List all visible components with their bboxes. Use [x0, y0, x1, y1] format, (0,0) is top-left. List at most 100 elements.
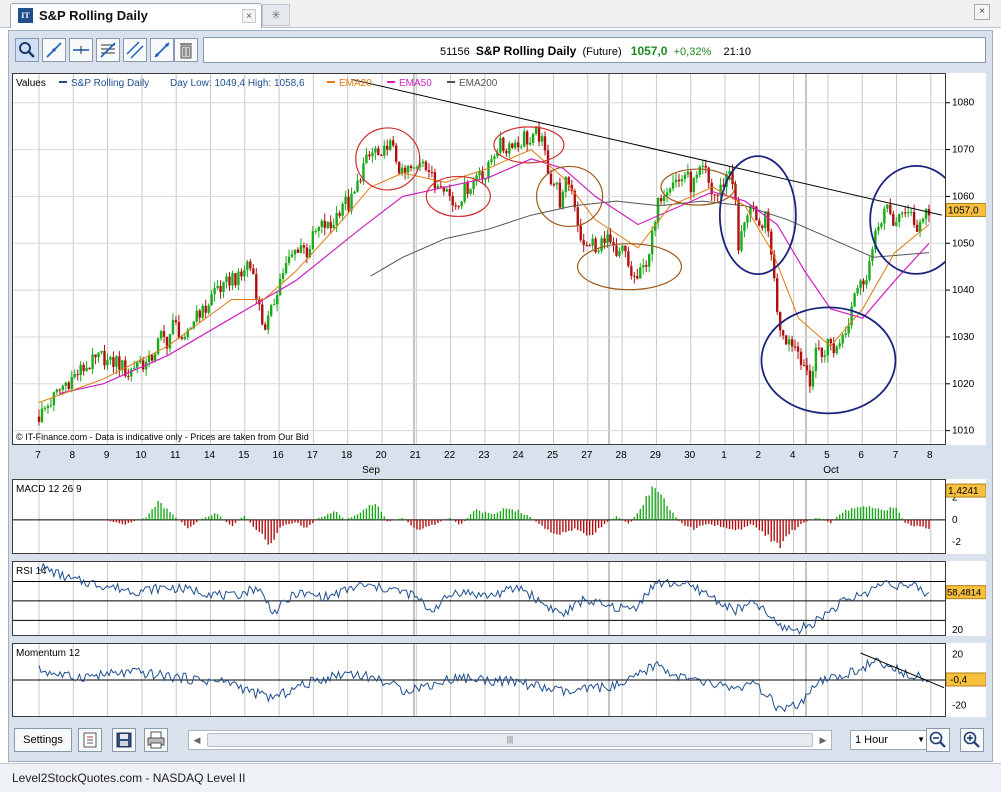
price-candle: [231, 273, 234, 286]
price-candle: [183, 337, 187, 339]
price-candle: [195, 310, 198, 322]
date-tick-label: 2: [756, 450, 762, 461]
price-candle: [659, 197, 663, 202]
price-candle: [627, 251, 630, 267]
interval-select[interactable]: 1 Hour ▼: [850, 730, 930, 750]
price-candle: [582, 240, 585, 245]
zoom-tool-button[interactable]: [15, 38, 39, 62]
price-candle: [100, 350, 103, 353]
new-tab-icon[interactable]: ✳: [262, 4, 290, 26]
price-candle: [314, 230, 318, 232]
rsi-panel[interactable]: RSI 14: [12, 561, 946, 636]
horizontal-line-tool-button[interactable]: [69, 38, 93, 62]
price-candle: [537, 126, 541, 142]
momentum-trendline: [860, 652, 945, 689]
price-candle: [826, 339, 829, 356]
price-candle: [64, 382, 67, 386]
tab-close-icon[interactable]: ×: [242, 9, 256, 23]
zoom-out-button[interactable]: [926, 728, 950, 752]
trendline-tool-button[interactable]: [42, 38, 66, 62]
price-candle: [796, 346, 800, 352]
price-candle: [389, 140, 392, 150]
momentum-last-value-label: -0,4: [950, 675, 968, 686]
price-candle: [141, 360, 145, 370]
macd-axis-labels: 20-21,4241: [945, 483, 987, 548]
price-candle: [838, 343, 841, 347]
price-candle: [591, 238, 594, 246]
price-candle: [915, 224, 919, 232]
price-candle: [85, 367, 88, 372]
interval-value: 1 Hour: [855, 734, 889, 746]
price-candle: [579, 225, 582, 241]
print-button[interactable]: [144, 728, 168, 752]
price-tick-label: 1070: [952, 145, 975, 156]
price-candle: [103, 350, 106, 366]
price-candle: [856, 287, 859, 294]
price-candle: [219, 285, 222, 292]
price-candle: [412, 167, 416, 169]
price-candle: [246, 261, 249, 270]
settings-button[interactable]: Settings: [14, 728, 72, 752]
price-candle: [784, 335, 788, 345]
price-candle: [853, 293, 856, 307]
price-candle: [844, 333, 847, 335]
price-candle: [61, 385, 65, 390]
scroll-right-icon[interactable]: ▶: [816, 733, 830, 747]
price-candle: [394, 145, 398, 162]
price-candle: [903, 212, 907, 214]
window-close-icon[interactable]: ×: [974, 4, 990, 20]
annotation-ellipse: [576, 243, 683, 291]
price-candle: [924, 208, 928, 219]
price-candle: [680, 179, 684, 182]
price-candle: [91, 354, 94, 370]
date-tick-label: 27: [581, 450, 593, 461]
angle-tool-button[interactable]: [150, 38, 174, 62]
macd-panel[interactable]: MACD 12 26 9: [12, 479, 946, 554]
price-chart: Values S&P Rolling Daily Day Low: 1049,4 H…: [13, 74, 964, 444]
tab-bar: IT S&P Rolling Daily × ✳ ×: [0, 0, 1001, 28]
price-candle: [171, 320, 175, 335]
price-candle: [40, 408, 44, 422]
price-candle: [344, 196, 347, 204]
date-tick-label: 18: [341, 450, 353, 461]
price-candle: [323, 220, 326, 228]
price-candle: [264, 324, 267, 330]
price-candle: [787, 339, 791, 345]
price-candle: [781, 330, 785, 336]
scroll-left-icon[interactable]: ◀: [190, 733, 204, 747]
price-candle: [153, 353, 157, 361]
save-button[interactable]: [112, 728, 136, 752]
momentum-panel[interactable]: Momentum 12: [12, 643, 946, 717]
price-candle: [380, 155, 383, 157]
price-candle: [793, 346, 797, 348]
price-candle: [639, 267, 642, 279]
price-tick-label: 1050: [952, 238, 975, 249]
scroll-thumb[interactable]: |||: [207, 733, 813, 747]
price-candle: [112, 357, 115, 367]
price-candle: [862, 280, 865, 285]
price-candle: [329, 221, 332, 229]
price-candle: [261, 304, 264, 325]
price-panel[interactable]: Values S&P Rolling Daily Day Low: 1049,4 H…: [12, 73, 964, 445]
chart-tab[interactable]: IT S&P Rolling Daily ×: [10, 3, 262, 28]
price-candle: [326, 221, 329, 228]
save-icon: [116, 732, 132, 748]
price-candle: [386, 145, 389, 150]
price-candle: [162, 331, 166, 337]
momentum-line: [38, 657, 930, 713]
price-candle: [540, 136, 544, 142]
timeline-scrollbar[interactable]: ◀ ||| ▶: [188, 730, 832, 750]
month-label-sep: Sep: [362, 465, 380, 476]
date-tick-label: 4: [790, 450, 796, 461]
fibonacci-tool-button[interactable]: [96, 38, 120, 62]
zoom-in-button[interactable]: [960, 728, 984, 752]
channel-tool-button[interactable]: [123, 38, 147, 62]
price-candle: [585, 244, 588, 246]
angle-icon: [154, 42, 170, 58]
indicator-button[interactable]: [78, 728, 102, 752]
price-candle: [73, 374, 76, 377]
price-candle: [713, 194, 716, 196]
price-candle: [222, 281, 225, 292]
price-candle: [820, 347, 824, 357]
delete-tool-button[interactable]: [174, 38, 198, 62]
